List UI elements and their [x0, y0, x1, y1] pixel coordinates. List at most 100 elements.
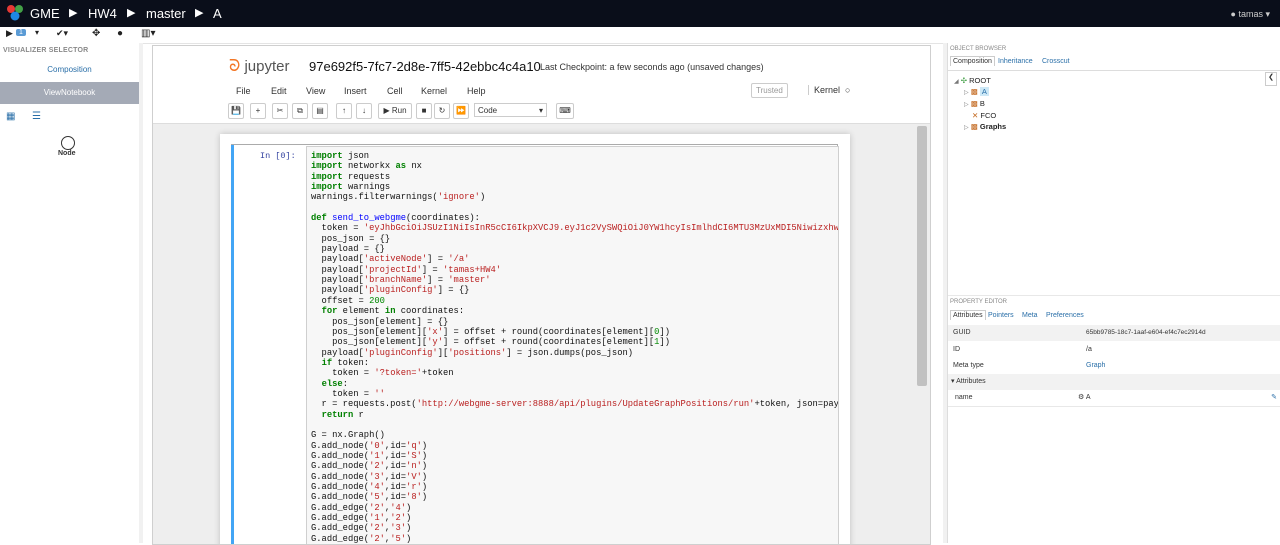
tree-label: FCO [980, 111, 997, 120]
gme-logo-icon[interactable] [6, 4, 24, 22]
divider [948, 295, 1280, 296]
chevron-down-icon: ▾ [538, 106, 543, 115]
menu-kernel[interactable]: Kernel [421, 86, 447, 96]
code-line: if token: [321, 357, 370, 368]
code-line: payload = {} [311, 244, 385, 255]
jupyter-logo[interactable]: ᘐ jupyter [229, 58, 289, 76]
menu-view[interactable]: View [306, 86, 325, 96]
left-splitter[interactable] [139, 43, 143, 543]
tab-meta[interactable]: Meta [1022, 312, 1038, 319]
visualizer-selector-title: VISUALIZER SELECTOR [3, 47, 89, 54]
insert-cell-button[interactable]: + [250, 103, 266, 119]
name-value-field[interactable]: ⚙ A [1078, 390, 1091, 406]
play-icon[interactable]: ▶ [6, 28, 13, 39]
code-line: G.add_node('5',id='8') [311, 492, 428, 503]
menu-edit[interactable]: Edit [271, 86, 287, 96]
code-text[interactable]: import json import networkx as nx import r… [307, 151, 839, 544]
jupyter-icon: ᘐ [229, 58, 241, 75]
tree-item-graphs[interactable]: ▷ ▩ Graphs [964, 122, 1006, 131]
code-line: else: [321, 378, 348, 389]
tab-composition[interactable]: Composition [950, 56, 995, 66]
attribute-icon: ⚙ [1078, 394, 1085, 401]
notebook-page: In [0]: import json import networkx as nx… [220, 134, 850, 544]
divider [948, 406, 1280, 407]
code-line: pos_json[element]['y'] = offset + round(… [311, 337, 670, 348]
attributes-section-header[interactable]: ▾ Attributes [948, 374, 1280, 390]
code-line: G.add_node('1',id='S') [311, 450, 428, 461]
trusted-indicator[interactable]: Trusted [751, 83, 788, 98]
property-key: Meta type [953, 362, 984, 369]
breadcrumb-branch[interactable]: master [146, 6, 186, 21]
move-up-button[interactable]: ↑ [336, 103, 352, 119]
check-icon[interactable]: ✔▾ [56, 28, 68, 39]
collapse-icon[interactable]: ❮ [1265, 72, 1277, 86]
grid-view-icon[interactable]: ▦ [6, 111, 15, 122]
atom-icon: ✕ [972, 111, 979, 120]
checkpoint-status: Last Checkpoint: a few seconds ago (unsa… [540, 62, 764, 72]
restart-run-all-button[interactable]: ⏩ [453, 103, 469, 119]
code-line: return r [321, 409, 364, 420]
paste-button[interactable]: ▤ [312, 103, 328, 119]
run-button[interactable]: ▶ Run [378, 103, 412, 119]
kernel-name: Kernel [814, 85, 841, 95]
code-line: import networkx as nx [311, 161, 422, 172]
cell-type-select[interactable]: Code ▾ [474, 103, 547, 117]
save-button[interactable]: 💾 [228, 103, 244, 119]
property-editor-title: PROPERTY EDITOR [950, 299, 1008, 305]
run-icon: ▶ [383, 106, 390, 115]
tab-attributes[interactable]: Attributes [950, 310, 986, 320]
menu-help[interactable]: Help [467, 86, 486, 96]
collapsed-triangle-icon: ▷ [964, 102, 969, 108]
list-view-icon[interactable]: ☰ [32, 111, 41, 122]
top-navbar: GME ▶ HW4 ▶ master ▶ A ● tamas ▾ [0, 0, 1280, 27]
code-line: token = 'eyJhbGciOiJSUzI1NiIsInR5cCI6Ikp… [311, 223, 839, 234]
menu-cell[interactable]: Cell [387, 86, 403, 96]
tab-pointers[interactable]: Pointers [988, 312, 1014, 319]
tab-crosscut[interactable]: Crosscut [1042, 58, 1070, 65]
breadcrumb-node[interactable]: A [213, 6, 222, 21]
model-icon: ▩ [970, 122, 978, 131]
cut-button[interactable]: ✂ [272, 103, 288, 119]
property-value[interactable]: Graph [1086, 358, 1105, 374]
visualizer-item-viewnotebook[interactable]: ViewNotebook [0, 82, 139, 104]
edit-icon[interactable]: ✎ [1271, 390, 1277, 406]
object-browser-title: OBJECT BROWSER [950, 46, 1007, 52]
tree-item-b[interactable]: ▷ ▩ B [964, 99, 985, 108]
interrupt-button[interactable]: ■ [416, 103, 432, 119]
copy-button[interactable]: ⧉ [292, 103, 308, 119]
layout-icon[interactable]: ▥▾ [141, 28, 155, 39]
restart-button[interactable]: ↻ [434, 103, 450, 119]
code-line: payload['pluginConfig']['positions'] = j… [311, 347, 634, 358]
app-name[interactable]: GME [30, 6, 60, 21]
notebook-title[interactable]: 97e692f5-7fc7-2d8e-7ff5-42ebbc4c4a10 [309, 59, 541, 74]
code-line: G.add_edge('2','4') [311, 502, 412, 513]
right-panel: OBJECT BROWSER Composition Inheritance C… [947, 43, 1280, 543]
move-down-button[interactable]: ↓ [356, 103, 372, 119]
code-line: token = '' [311, 388, 385, 399]
plugin-count-badge[interactable]: 1 [16, 29, 26, 36]
visualizer-item-composition[interactable]: Composition [0, 59, 139, 81]
code-line: import requests [311, 171, 391, 182]
user-menu[interactable]: ● tamas ▾ [1231, 9, 1270, 20]
code-editor[interactable]: import json import networkx as nx import r… [306, 146, 839, 544]
chevron-down-icon[interactable]: ▾ [35, 28, 39, 37]
notebook-scrollbar[interactable] [917, 126, 927, 386]
tab-inheritance[interactable]: Inheritance [998, 58, 1033, 65]
command-palette-button[interactable]: ⌨ [556, 103, 574, 119]
code-line: import warnings [311, 182, 391, 193]
property-value: /a [1086, 346, 1092, 353]
property-value: 65bb9785-18c7-1aaf-e604-ef4c7ec2914d [1086, 329, 1206, 336]
menu-file[interactable]: File [236, 86, 251, 96]
code-line: r = requests.post('http://webgme-server:… [311, 399, 839, 410]
property-key: name [955, 394, 973, 401]
tree-item-root[interactable]: ◢ ✣ ROOT [954, 76, 991, 85]
breadcrumb-project[interactable]: HW4 [88, 6, 117, 21]
tab-preferences[interactable]: Preferences [1046, 312, 1084, 319]
tree-item-fco[interactable]: ✕ FCO [972, 111, 996, 120]
menu-insert[interactable]: Insert [344, 86, 367, 96]
tree-item-a[interactable]: ▷ ▩ A [964, 87, 989, 96]
tree-label: Graphs [979, 122, 1007, 131]
node-circle-icon[interactable] [61, 136, 75, 150]
info-icon[interactable]: ● [117, 28, 123, 39]
move-icon[interactable]: ✥ [92, 28, 100, 39]
